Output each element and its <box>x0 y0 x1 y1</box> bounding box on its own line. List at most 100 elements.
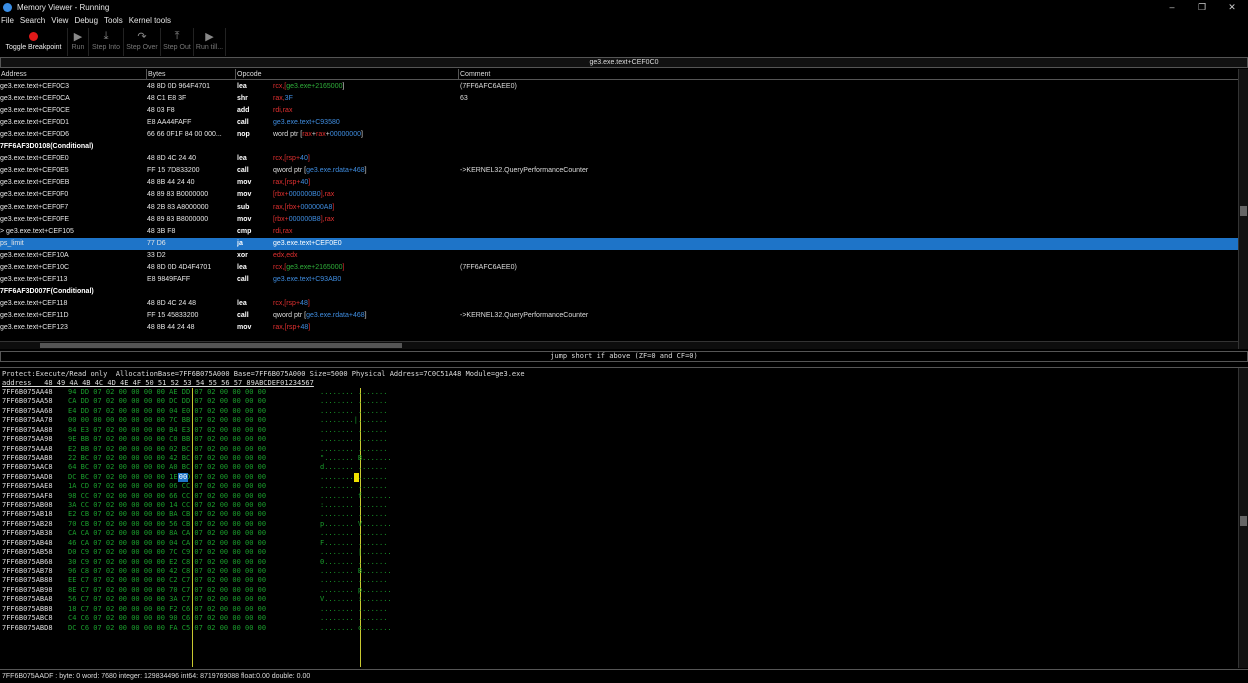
disassembly-row[interactable]: ge3.exe.text+CEF10A 33 D2 xor edx,edx <box>0 250 1238 262</box>
instruction-mnemonic: mov <box>237 324 252 331</box>
disassembly-row[interactable]: ge3.exe.text+CEF11D FF 15 45833200 call qwo… <box>0 310 1238 322</box>
disassembly-row[interactable]: ge3.exe.text+CEF118 48 8D 4C 24 48 lea rcx,… <box>0 298 1238 310</box>
instruction-address: ge3.exe.text+CEF118 <box>0 299 68 307</box>
hex-cursor-byte[interactable]: 00 <box>178 472 188 482</box>
disassembly-row[interactable]: ge3.exe.text+CEF10C 48 8D 0D 4D4F4701 lea r… <box>0 262 1238 274</box>
step-out-button[interactable]: ⤒ Step Out <box>161 28 194 56</box>
run-button[interactable]: ▶ Run <box>68 28 89 56</box>
instruction-mnemonic: xor <box>237 251 248 259</box>
column-opcode[interactable]: Opcode <box>236 69 459 79</box>
disassembly-row[interactable]: ge3.exe.text+CEF0FE 48 89 83 B8000000 mov [… <box>0 214 1238 226</box>
instruction-operands: rax,3F <box>273 93 460 105</box>
instruction-operands: rax,[rsp+40] <box>273 177 460 189</box>
step-into-label: Step Into <box>91 44 121 51</box>
disassembly-row[interactable]: ge3.exe.text+CEF123 48 8B 44 24 48 mov rax,… <box>0 322 1238 334</box>
operand-part: rax,[rbx+ <box>273 203 301 211</box>
instruction-bytes: FF 15 45833200 <box>147 311 199 319</box>
instruction-comment <box>460 177 960 189</box>
minimize-button[interactable]: – <box>1158 0 1186 14</box>
disassembly-row[interactable]: ge3.exe.text+CEF113 E8 9849FAFF call ge3.ex… <box>0 274 1238 286</box>
disassembly-row[interactable]: ge3.exe.text+CEF0CE 48 03 F8 add rdi,rax <box>0 105 1238 117</box>
menu-kernel-tools[interactable]: Kernel tools <box>129 16 171 25</box>
instruction-address: ge3.exe.text+CEF0C3 <box>0 83 70 90</box>
hex-row-ascii: ........ f....... <box>320 491 392 500</box>
toggle-breakpoint-button[interactable]: Toggle Breakpoint <box>0 28 68 56</box>
instruction-bytes: 48 89 83 B8000000 <box>147 215 209 223</box>
hex-row-ascii: d....... ....... <box>320 463 388 472</box>
operand-part: word ptr [ <box>273 131 303 139</box>
column-comment[interactable]: Comment <box>459 69 1238 79</box>
hex-row-address: 7FF6B075AA68 <box>2 406 53 415</box>
instruction-comment <box>460 214 960 226</box>
disassembly-row[interactable]: ge3.exe.text+CEF0EB 48 8B 44 24 40 mov rax,… <box>0 177 1238 189</box>
operand-part: qword ptr [ <box>273 311 307 319</box>
menu-tools[interactable]: Tools <box>104 16 123 25</box>
disassembly-label-row[interactable]: 7FF6AF3D007F(Conditional) <box>0 286 1238 298</box>
step-over-button[interactable]: ↷ Step Over <box>124 28 161 56</box>
instruction-bytes: E8 AA44FAFF <box>147 119 192 127</box>
disassembly-row[interactable]: > ge3.exe.text+CEF105 48 3B F8 cmp rdi,rax <box>0 226 1238 238</box>
hex-row-ascii: ........ ....... <box>320 397 388 406</box>
disassembler-horizontal-scrollbar[interactable] <box>0 341 1238 349</box>
disassembly-row[interactable]: ge3.exe.text+CEF0C3 48 8D 0D 964F4701 lea r… <box>0 81 1238 93</box>
instruction-comment: ->KERNEL32.QueryPerformanceCounter <box>460 167 589 175</box>
disassembly-row[interactable]: ge3.exe.text+CEF0D6 66 66 0F1F 84 00 000.… <box>0 129 1238 141</box>
hex-vertical-scrollbar[interactable] <box>1238 368 1248 668</box>
hex-row-ascii: ........ ....... <box>320 604 388 613</box>
column-bytes[interactable]: Bytes <box>147 69 236 79</box>
close-button[interactable]: ✕ <box>1218 0 1246 14</box>
hex-row-bytes: 9E BB 07 02 00 00 00 00 C0 BB 07 02 00 0… <box>68 435 267 444</box>
instruction-address: ge3.exe.text+CEF0E0 <box>0 155 69 163</box>
instruction-mnemonic: lea <box>237 155 247 163</box>
operand-part: [rbx+ <box>273 191 289 199</box>
disassembly-row[interactable]: ge3.exe.text+CEF0D1 E8 AA44FAFF call ge3.ex… <box>0 117 1238 129</box>
hex-row-bytes: E2 BB 07 02 00 00 00 00 02 BC 07 02 00 0… <box>68 444 267 453</box>
disassembler-vertical-scrollbar[interactable] <box>1238 69 1248 349</box>
hex-row-address: 7FF6B075AB58 <box>2 548 53 557</box>
instruction-mnemonic: call <box>237 311 249 319</box>
disassembly-row[interactable]: ge3.exe.text+CEF0CA 48 C1 E8 3F shr rax,3F 6… <box>0 93 1238 105</box>
disassembly-row[interactable]: ge3.exe.text+CEF0F7 48 2B 83 A8000000 sub r… <box>0 202 1238 214</box>
menu-debug[interactable]: Debug <box>74 16 98 25</box>
hex-row-bytes: EE C7 07 02 00 00 00 00 C2 C7 07 02 00 0… <box>68 576 267 585</box>
instruction-bytes: 48 2B 83 A8000000 <box>147 203 209 211</box>
step-into-button[interactable]: ⤓ Step Into <box>89 28 124 56</box>
hex-row-address: 7FF6B075AA88 <box>2 425 53 434</box>
hex-row-ascii: ........ ....... <box>320 444 388 453</box>
operand-part: ] <box>364 311 367 319</box>
hex-row-ascii: ........ ....... <box>320 435 388 444</box>
instruction-bytes: 48 3B F8 <box>147 227 176 235</box>
operand-part: ] <box>308 179 311 187</box>
menu-search[interactable]: Search <box>20 16 45 25</box>
disassembly-row[interactable]: ge3.exe.text+CEF0E0 48 8D 4C 24 40 lea rcx,… <box>0 153 1238 165</box>
instruction-comment: (7FF6AFC6AEE0) <box>460 263 517 271</box>
hex-row-address: 7FF6B075AB28 <box>2 519 53 528</box>
instruction-address: ge3.exe.text+CEF0EB <box>0 179 70 187</box>
memory-region-info: Protect:Execute/Read only AllocationBase… <box>2 370 525 378</box>
disassembler-view[interactable]: ge3.exe.text+CEF0C3 48 8D 0D 964F4701 lea r… <box>0 81 1238 341</box>
hex-row-address: 7FF6B075AA78 <box>2 416 53 425</box>
instruction-mnemonic: sub <box>237 203 250 211</box>
hex-row-bytes: 18 C7 07 02 00 00 00 00 F2 C6 07 02 00 0… <box>68 604 267 613</box>
instruction-mnemonic: shr <box>237 95 248 103</box>
hex-row-address: 7FF6B075AB38 <box>2 529 53 538</box>
run-till-button[interactable]: ▶ Run till... <box>194 28 226 56</box>
menu-view[interactable]: View <box>51 16 68 25</box>
menu-file[interactable]: File <box>1 16 14 25</box>
disassembly-row[interactable]: ge3.exe.text+CEF0E5 FF 15 7D833200 call qwo… <box>0 165 1238 177</box>
hex-row-address: 7FF6B075AAF8 <box>2 491 53 500</box>
operand-part: ge3.exe+2165000 <box>286 83 343 90</box>
instruction-mnemonic: add <box>237 107 250 115</box>
hex-row-bytes: 22 BC 07 02 00 00 00 00 42 BC 07 02 00 0… <box>68 453 267 462</box>
hex-view[interactable]: Protect:Execute/Read only AllocationBase… <box>0 367 1248 667</box>
disassembly-row-selected[interactable]: ps_limit 77 D6 ja ge3.exe.text+CEF0E0 <box>0 237 1238 250</box>
disassembly-label-row[interactable]: 7FF6AF3D0108(Conditional) <box>0 141 1238 153</box>
hex-row-bytes: E2 CB 07 02 00 00 00 00 BA CB 07 02 00 0… <box>68 510 267 519</box>
disassembly-row[interactable]: ge3.exe.text+CEF0F0 48 89 83 B0000000 mov [… <box>0 189 1238 201</box>
operand-part: 48 <box>300 299 308 307</box>
hex-row-bytes: 64 BC 07 02 00 00 00 00 A0 BC 07 02 00 0… <box>68 463 267 472</box>
restore-button[interactable]: ❐ <box>1188 0 1216 14</box>
instruction-operands: ge3.exe.text+CEF0E0 <box>273 238 460 250</box>
column-address[interactable]: Address <box>0 69 147 79</box>
instruction-bytes: 33 D2 <box>147 251 166 259</box>
